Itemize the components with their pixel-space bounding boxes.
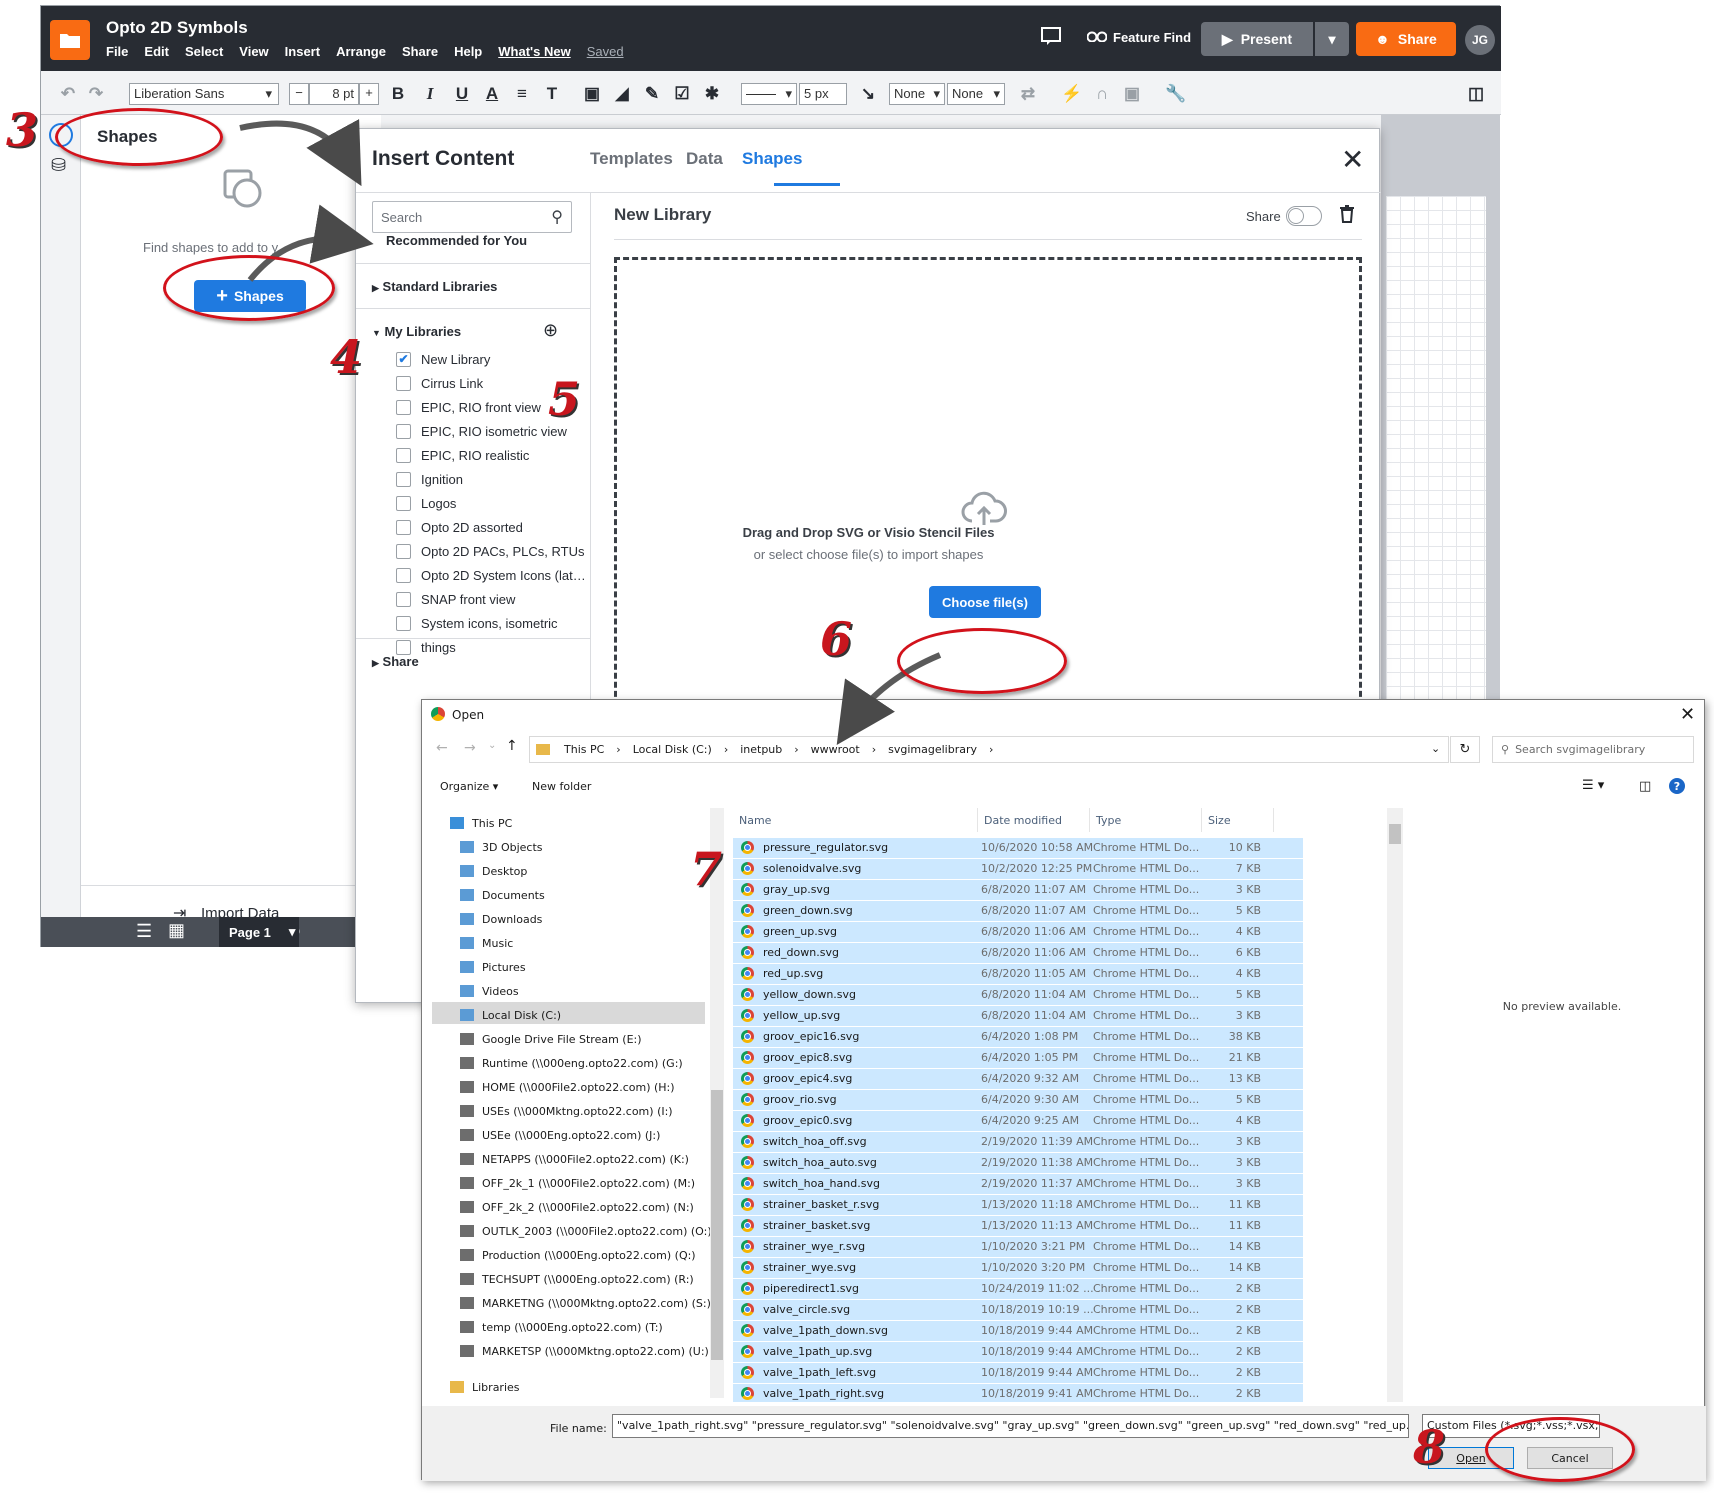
step-number: 8 [1413, 1420, 1446, 1474]
step-number: 7 [690, 842, 723, 896]
step-number: 4 [330, 330, 363, 384]
highlight-ring [163, 255, 335, 321]
highlight-ring [897, 628, 1067, 694]
arrow-shapes-to-dialog [239, 119, 362, 187]
annotation-arrows [239, 119, 942, 745]
step-number: 5 [548, 372, 581, 426]
highlight-ring [1485, 1417, 1635, 1482]
step-number: 3 [6, 103, 39, 157]
step-number: 6 [820, 612, 853, 666]
highlight-ring [55, 108, 223, 166]
